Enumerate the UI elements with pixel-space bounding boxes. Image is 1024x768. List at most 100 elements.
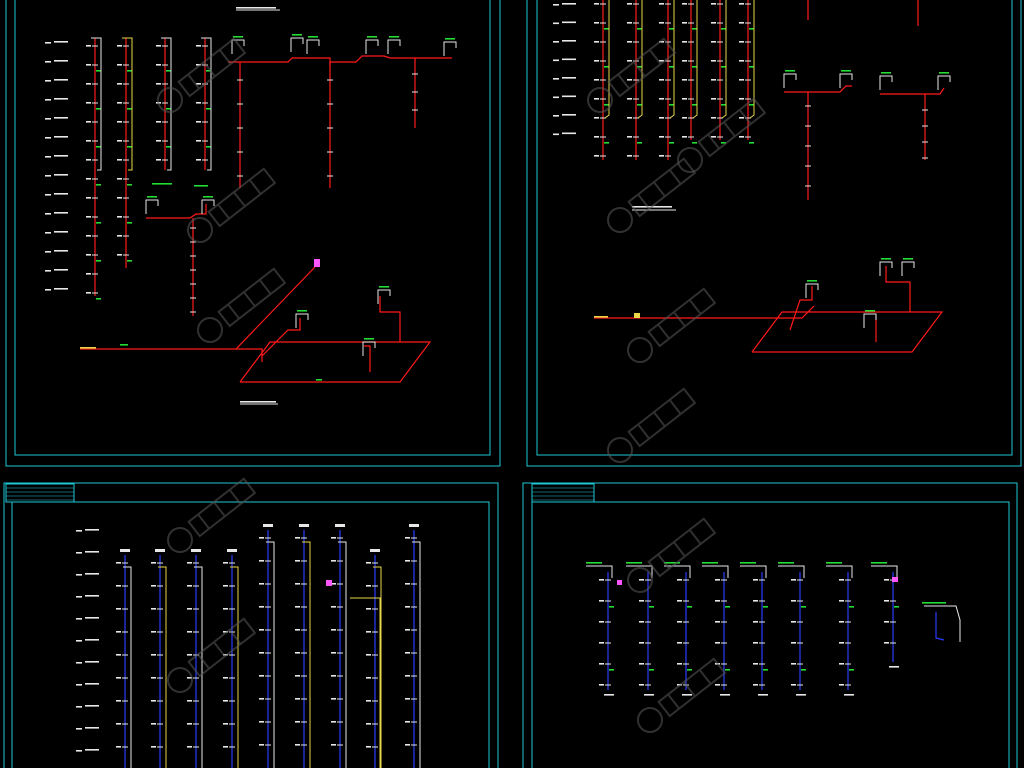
riser-tag [604, 104, 609, 106]
riser-label [156, 121, 161, 123]
level-label [54, 174, 68, 176]
riser-label [116, 585, 121, 587]
riser-label [599, 621, 604, 623]
riser-head [155, 549, 165, 552]
riser-label [156, 159, 161, 161]
riser-label [682, 41, 687, 43]
riser-tag [637, 142, 642, 144]
riser-label [86, 121, 91, 123]
riser-label [659, 79, 664, 81]
riser-label [366, 677, 371, 679]
riser-label [715, 684, 720, 686]
riser-label [839, 663, 844, 665]
riser-tag [206, 146, 211, 148]
fixture-tag [379, 286, 389, 288]
level-label [54, 136, 68, 138]
riser-label [259, 537, 264, 539]
level-label [85, 639, 99, 641]
level-label [45, 99, 51, 101]
level-label [76, 728, 82, 730]
canvas-background [0, 0, 1024, 768]
riser-head [299, 524, 309, 527]
riser-label [839, 579, 844, 581]
riser-label [405, 652, 410, 654]
riser-tag [127, 70, 132, 72]
riser-label [86, 216, 91, 218]
riser-label [659, 98, 664, 100]
riser-label [839, 642, 844, 644]
level-label [76, 618, 82, 620]
riser-base-label [758, 694, 768, 696]
branch-tag [778, 562, 794, 564]
riser-label [223, 585, 228, 587]
riser-label [187, 700, 192, 702]
riser-label [594, 79, 599, 81]
level-label [85, 595, 99, 597]
riser-label [682, 98, 687, 100]
riser-label [223, 677, 228, 679]
riser-label [594, 136, 599, 138]
riser-label [117, 216, 122, 218]
riser-label [259, 744, 264, 746]
riser-tag [96, 146, 101, 148]
level-label [76, 596, 82, 598]
riser-label [739, 136, 744, 138]
riser-label [627, 41, 632, 43]
riser-label [117, 159, 122, 161]
level-label [85, 705, 99, 707]
riser-tag [692, 104, 697, 106]
riser-label [259, 606, 264, 608]
riser-label [86, 83, 91, 85]
riser-label [187, 585, 192, 587]
riser-label [711, 3, 716, 5]
callout [152, 183, 172, 185]
riser-base-label [889, 666, 899, 668]
riser-tag [604, 142, 609, 144]
riser-tag [669, 142, 674, 144]
level-label [45, 118, 51, 120]
riser-tag [749, 142, 754, 144]
riser-label [117, 254, 122, 256]
riser-label [86, 45, 91, 47]
riser-label [594, 41, 599, 43]
riser-label [659, 155, 664, 157]
riser-label [86, 292, 91, 294]
riser-label [187, 562, 192, 564]
riser-label [187, 746, 192, 748]
fixture-tag [881, 258, 891, 260]
riser-label [366, 608, 371, 610]
riser-label [405, 629, 410, 631]
riser-label [116, 562, 121, 564]
level-label [54, 250, 68, 252]
fixture-tag [308, 36, 318, 38]
riser-tag [637, 104, 642, 106]
riser-label [791, 621, 796, 623]
level-label [85, 683, 99, 685]
riser-label [711, 117, 716, 119]
riser-label [711, 41, 716, 43]
riser-label [599, 663, 604, 665]
riser-label [677, 579, 682, 581]
fixture-tag [389, 36, 399, 38]
riser-label [117, 45, 122, 47]
level-label [553, 41, 559, 43]
level-label [76, 552, 82, 554]
riser-label [839, 600, 844, 602]
level-label [553, 96, 559, 99]
level-label [553, 59, 559, 62]
riser-label [659, 117, 664, 119]
section-title [240, 401, 276, 403]
riser-label [196, 45, 201, 47]
riser-label [223, 723, 228, 725]
riser-label [116, 677, 121, 679]
riser-head [120, 549, 130, 552]
riser-tag [127, 146, 132, 148]
fixture-tag [785, 70, 795, 72]
riser-label [594, 22, 599, 24]
cad-drawing-canvas[interactable] [0, 0, 1024, 768]
riser-base-label [682, 694, 692, 696]
level-label [553, 4, 559, 6]
riser-label [366, 723, 371, 725]
riser-label [711, 60, 716, 62]
riser-label [739, 98, 744, 100]
